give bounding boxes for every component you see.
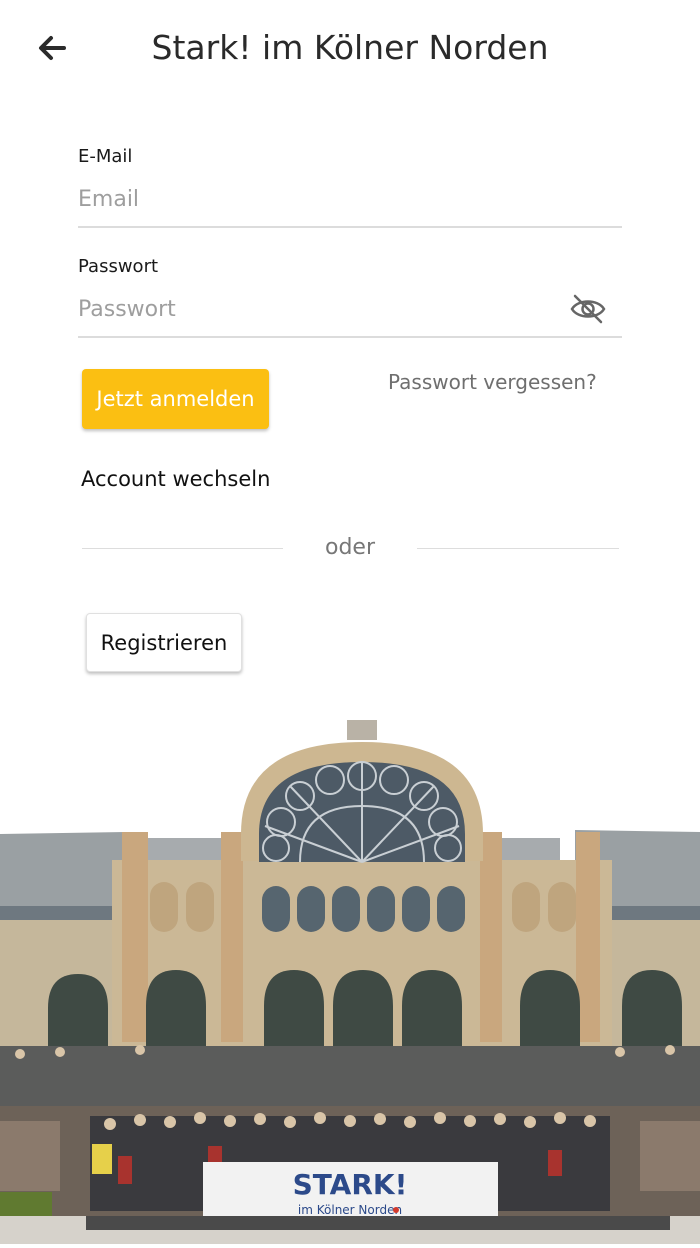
group-photo: STARK! im Kölner Norden — [0, 716, 700, 1244]
email-input[interactable] — [78, 177, 622, 221]
password-input[interactable] — [78, 287, 558, 331]
toggle-password-visibility-button[interactable] — [568, 292, 608, 326]
building-illustration: STARK! im Kölner Norden — [0, 716, 700, 1244]
banner-title: STARK! — [293, 1168, 408, 1201]
register-button[interactable]: Registrieren — [86, 613, 242, 672]
divider-left — [82, 548, 283, 549]
banner-subtitle: im Kölner Norden — [298, 1203, 402, 1217]
switch-account-link[interactable]: Account wechseln — [81, 467, 270, 491]
divider-text: oder — [324, 535, 375, 560]
page-title: Stark! im Kölner Norden — [151, 28, 549, 67]
login-button[interactable]: Jetzt anmelden — [82, 369, 269, 429]
email-label: E-Mail — [78, 146, 133, 167]
app-header: Stark! im Kölner Norden — [0, 0, 700, 104]
password-underline — [78, 336, 622, 338]
password-label: Passwort — [78, 256, 159, 277]
email-underline — [78, 226, 622, 228]
divider-right — [417, 548, 619, 549]
forgot-password-link[interactable]: Passwort vergessen? — [388, 370, 597, 394]
eye-slash-icon — [570, 294, 606, 324]
